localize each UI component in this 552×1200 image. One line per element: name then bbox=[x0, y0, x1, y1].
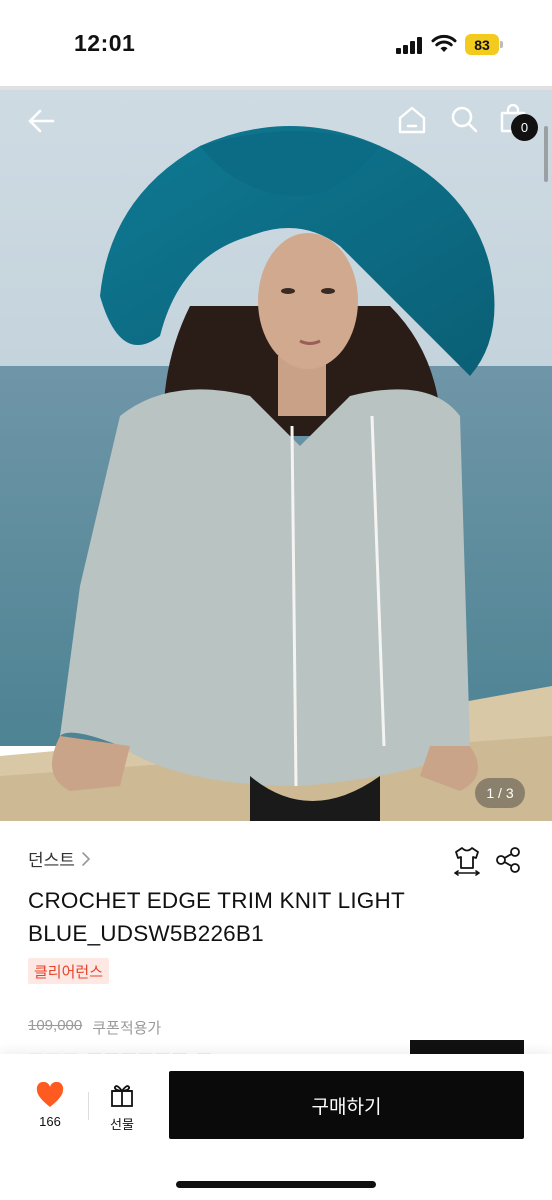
wifi-icon bbox=[431, 34, 457, 52]
price-row: 109,000 쿠폰적용가 bbox=[28, 1017, 161, 1038]
sale-price-row-partial: ■■■ ■■■■■■ ■ bbox=[0, 1040, 552, 1054]
clearance-badge: 클리어런스 bbox=[28, 958, 110, 984]
gift-icon bbox=[111, 1085, 133, 1107]
sale-price-partial: ■■■ ■■■■■■ ■ bbox=[28, 1044, 213, 1054]
scrollbar[interactable] bbox=[544, 126, 548, 182]
home-indicator[interactable] bbox=[176, 1181, 376, 1188]
heart-icon bbox=[36, 1082, 64, 1107]
status-time: 12:01 bbox=[74, 30, 136, 56]
image-top-divider bbox=[0, 86, 552, 90]
product-image[interactable] bbox=[0, 86, 552, 821]
product-photo bbox=[0, 86, 552, 821]
original-price: 109,000 bbox=[28, 1017, 83, 1034]
battery-icon: 83 bbox=[465, 34, 503, 55]
product-title-line-2: BLUE_UDSW5B226B1 bbox=[28, 921, 264, 946]
search-icon[interactable] bbox=[449, 104, 479, 134]
gift-button[interactable]: 선물 bbox=[98, 1082, 146, 1138]
gift-label: 선물 bbox=[110, 1117, 134, 1132]
image-counter: 1 / 3 bbox=[475, 778, 525, 808]
coupon-button-partial[interactable] bbox=[410, 1040, 524, 1054]
brand-name: 던스트 bbox=[28, 851, 75, 870]
share-icon[interactable] bbox=[494, 846, 522, 874]
product-title-line-1: CROCHET EDGE TRIM KNIT LIGHT bbox=[28, 888, 405, 913]
chevron-right-icon bbox=[82, 851, 90, 866]
like-count: 166 bbox=[39, 1114, 61, 1129]
bottom-divider bbox=[88, 1092, 89, 1120]
status-bar: 12:01 83 bbox=[0, 0, 552, 86]
coupon-price-label: 쿠폰적용가 bbox=[92, 1020, 162, 1037]
cellular-signal-icon bbox=[396, 36, 422, 54]
back-arrow-icon[interactable] bbox=[26, 106, 56, 136]
buy-button[interactable]: 구매하기 bbox=[169, 1071, 524, 1139]
cart-count-badge[interactable]: 0 bbox=[511, 114, 538, 141]
battery-level: 83 bbox=[465, 34, 499, 55]
product-title: CROCHET EDGE TRIM KNIT LIGHT BLUE_UDSW5B… bbox=[28, 884, 498, 950]
brand-link[interactable]: 던스트 bbox=[28, 846, 91, 871]
size-guide-shirt-icon[interactable] bbox=[451, 844, 483, 876]
like-button[interactable]: 166 bbox=[24, 1082, 76, 1138]
home-icon[interactable] bbox=[396, 104, 428, 136]
